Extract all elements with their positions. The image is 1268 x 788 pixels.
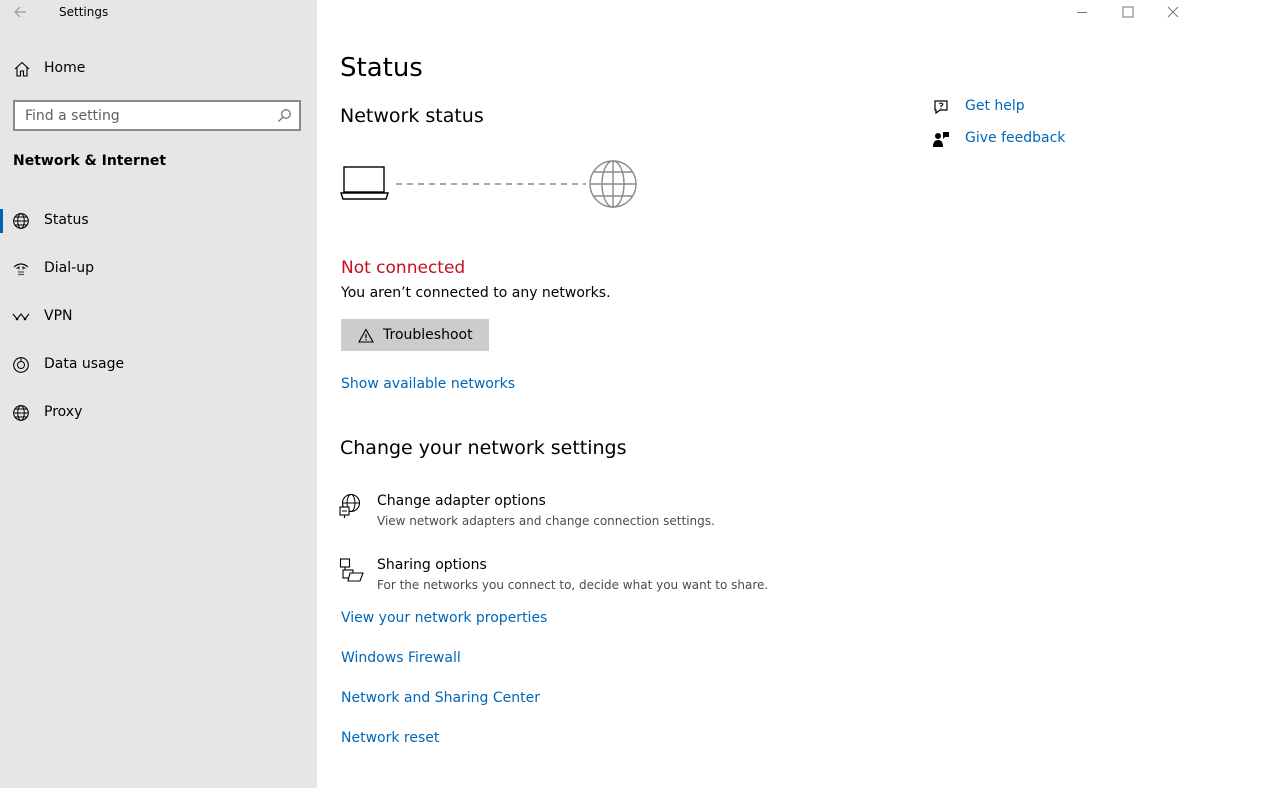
sidebar-section-title: Network & Internet	[13, 153, 167, 169]
connection-description: You aren’t connected to any networks.	[341, 285, 611, 301]
warning-icon	[358, 327, 374, 343]
search-box	[13, 100, 301, 131]
laptop-icon	[340, 166, 389, 200]
option-description: For the networks you connect to, decide …	[377, 578, 769, 592]
network-sharing-center-link[interactable]: Network and Sharing Center	[341, 690, 540, 706]
change-adapter-options[interactable]: Change adapter options View network adap…	[339, 493, 839, 537]
windows-firewall-link[interactable]: Windows Firewall	[341, 650, 461, 666]
page-title: Status	[340, 53, 423, 83]
show-available-networks-link[interactable]: Show available networks	[341, 376, 515, 392]
view-network-properties-link[interactable]: View your network properties	[341, 610, 547, 626]
data-usage-icon	[12, 356, 30, 374]
back-button[interactable]	[10, 4, 32, 22]
troubleshoot-label: Troubleshoot	[383, 327, 473, 343]
vpn-icon	[12, 308, 30, 326]
title-bar: Settings	[0, 0, 317, 26]
globe-icon	[12, 404, 30, 422]
sidebar-item-vpn[interactable]: VPN	[0, 293, 317, 341]
home-icon	[13, 60, 31, 78]
get-help-item[interactable]: Get help	[932, 97, 1132, 119]
internet-globe-icon	[589, 160, 637, 208]
sidebar-item-proxy[interactable]: Proxy	[0, 389, 317, 437]
troubleshoot-button[interactable]: Troubleshoot	[341, 319, 489, 351]
option-title: Sharing options	[377, 557, 487, 573]
change-settings-heading: Change your network settings	[340, 437, 627, 459]
sidebar-item-label: Home	[44, 60, 86, 76]
adapter-icon	[339, 493, 365, 519]
give-feedback-link[interactable]: Give feedback	[965, 130, 1065, 146]
option-title: Change adapter options	[377, 493, 546, 509]
give-feedback-item[interactable]: Give feedback	[932, 129, 1132, 151]
sidebar-item-label: Status	[44, 212, 89, 228]
feedback-person-icon	[932, 130, 950, 148]
sidebar-item-home[interactable]: Home	[0, 52, 317, 86]
sidebar-item-label: Proxy	[44, 404, 83, 420]
sidebar-item-dial-up[interactable]: Dial-up	[0, 245, 317, 293]
sidebar-item-status[interactable]: Status	[0, 197, 317, 245]
get-help-link[interactable]: Get help	[965, 98, 1025, 114]
app-title: Settings	[59, 5, 109, 19]
network-reset-link[interactable]: Network reset	[341, 730, 439, 746]
search-icon[interactable]	[277, 108, 292, 123]
connection-status: Not connected	[341, 258, 466, 278]
sharing-icon	[339, 557, 365, 583]
help-chat-icon	[932, 98, 950, 116]
search-input[interactable]	[15, 102, 265, 129]
sidebar-item-label: Data usage	[44, 356, 125, 372]
network-diagram	[340, 160, 637, 208]
sidebar-item-data-usage[interactable]: Data usage	[0, 341, 317, 389]
sidebar: Settings Home Network & Internet Status …	[0, 0, 317, 788]
sidebar-item-label: Dial-up	[44, 260, 94, 276]
back-arrow-icon	[14, 6, 26, 18]
sidebar-nav: Status Dial-up VPN Data usage Proxy	[0, 197, 317, 437]
globe-status-icon	[12, 212, 30, 230]
dial-up-icon	[12, 260, 30, 278]
network-status-heading: Network status	[340, 105, 484, 127]
option-description: View network adapters and change connect…	[377, 514, 715, 528]
sidebar-item-label: VPN	[44, 308, 73, 324]
sharing-options[interactable]: Sharing options For the networks you con…	[339, 557, 839, 601]
